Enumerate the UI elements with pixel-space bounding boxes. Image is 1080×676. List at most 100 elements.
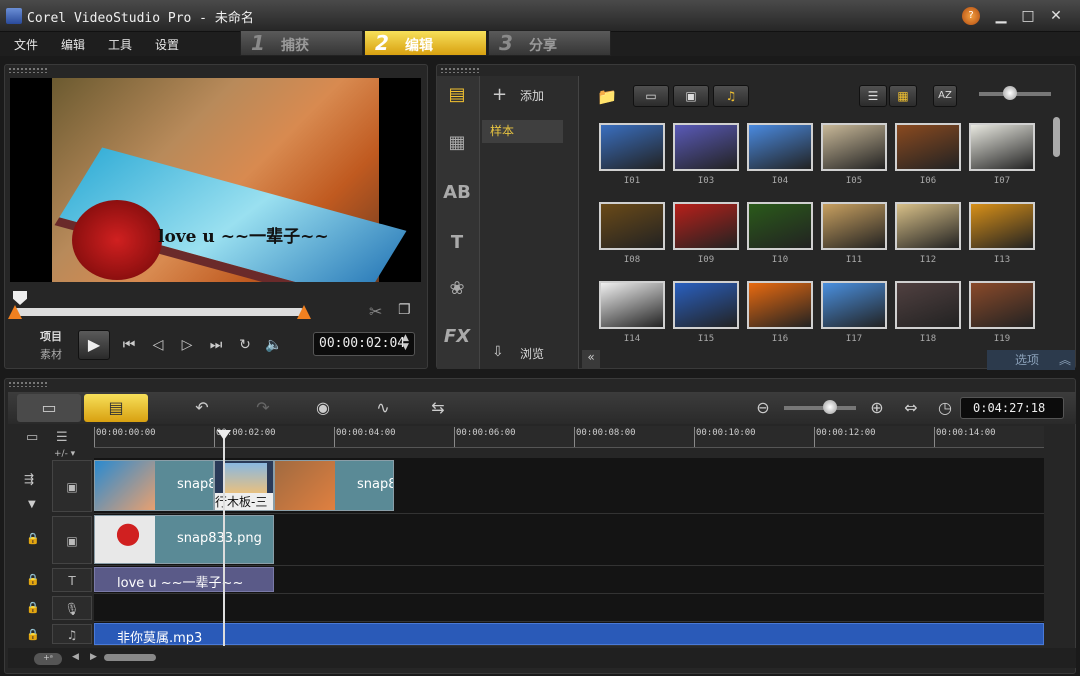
thumbnail-view-icon[interactable]: ▦: [889, 85, 917, 107]
storyboard-view-button[interactable]: ▭: [17, 394, 81, 422]
lock-icon[interactable]: 🔒: [26, 601, 40, 615]
sound-mixer-icon[interactable]: ∿: [370, 396, 396, 420]
library-thumbnail[interactable]: [821, 123, 887, 171]
transition-icon[interactable]: ▦: [443, 130, 471, 156]
library-thumbnail[interactable]: [821, 281, 887, 329]
options-tab[interactable]: 选项 ︽: [987, 350, 1075, 370]
scroll-right-icon[interactable]: ▶: [90, 652, 97, 662]
overlay-clip[interactable]: snap833.png: [94, 515, 274, 564]
record-capture-icon[interactable]: ◉: [310, 396, 336, 420]
library-thumbnail[interactable]: [673, 202, 739, 250]
timeline-timecode[interactable]: 0:04:27:18: [960, 397, 1064, 419]
folder-sample[interactable]: 样本: [482, 120, 563, 143]
video-clip[interactable]: snap8: [94, 460, 214, 511]
ripple-dropdown-icon[interactable]: ▼: [28, 499, 36, 510]
zoom-in-icon[interactable]: ⊕: [864, 396, 890, 420]
library-thumbnail[interactable]: [599, 202, 665, 250]
browse-icon[interactable]: ⇩: [492, 344, 504, 360]
collapse-icon[interactable]: «: [582, 350, 600, 368]
library-thumbnail[interactable]: [969, 281, 1035, 329]
lock-icon[interactable]: 🔒: [26, 532, 40, 546]
show-photo-icon[interactable]: ▣: [673, 85, 709, 107]
timeline-zoom-slider[interactable]: [784, 406, 856, 410]
help-icon[interactable]: ?: [962, 7, 980, 25]
thumbnail-zoom-knob[interactable]: [1003, 86, 1017, 100]
voice-track-header[interactable]: 🎙: [52, 596, 92, 620]
timeline-playhead[interactable]: [223, 434, 225, 646]
redo-icon[interactable]: ↷: [250, 396, 276, 420]
library-thumbnail[interactable]: [895, 202, 961, 250]
close-icon[interactable]: ✕: [1044, 6, 1068, 26]
undo-icon[interactable]: ↶: [189, 396, 215, 420]
panel-grip[interactable]: [440, 67, 480, 73]
library-thumbnail[interactable]: [599, 123, 665, 171]
library-thumbnail[interactable]: [895, 123, 961, 171]
menu-settings[interactable]: 设置: [155, 36, 179, 53]
zoom-out-icon[interactable]: ⊖: [750, 396, 776, 420]
library-thumbnail[interactable]: [821, 202, 887, 250]
play-button[interactable]: ▶: [78, 330, 110, 360]
duration-clock-icon[interactable]: ◷: [932, 396, 958, 420]
next-frame-icon[interactable]: ▷: [176, 334, 198, 356]
library-thumbnail[interactable]: [747, 202, 813, 250]
folder-open-icon[interactable]: 📁: [597, 87, 617, 106]
title-track-header[interactable]: T: [52, 568, 92, 592]
trim-end-marker[interactable]: [297, 305, 311, 319]
media-library-icon[interactable]: ▤: [443, 82, 471, 108]
music-track-header[interactable]: ♫: [52, 624, 92, 644]
trim-start-marker[interactable]: [8, 305, 22, 319]
prev-frame-icon[interactable]: ◁: [147, 334, 169, 356]
browse-button[interactable]: 浏览: [520, 345, 544, 362]
panel-grip[interactable]: [8, 381, 48, 387]
overlay-ab-icon[interactable]: AB: [443, 180, 471, 206]
enable-disable-icon[interactable]: +ᵃ: [34, 653, 62, 665]
title-clip[interactable]: love u ~~一辈子~~: [94, 567, 274, 592]
list-view-icon[interactable]: ☰: [859, 85, 887, 107]
overlay-track-header[interactable]: ▣: [52, 516, 92, 564]
timeline-zoom-knob[interactable]: [823, 400, 837, 414]
library-thumbnail[interactable]: [673, 281, 739, 329]
library-thumbnail[interactable]: [747, 123, 813, 171]
step-tab-share[interactable]: 3 分享: [488, 30, 611, 56]
sort-icon[interactable]: AZ: [933, 85, 957, 107]
title-icon[interactable]: T: [443, 230, 471, 256]
mode-clip[interactable]: 素材: [40, 346, 62, 362]
filter-fx-icon[interactable]: FX: [443, 324, 471, 350]
timeline-scrollbar[interactable]: [104, 654, 156, 661]
show-video-icon[interactable]: ▭: [633, 85, 669, 107]
library-thumbnail[interactable]: [969, 123, 1035, 171]
preview-timecode[interactable]: 00:00:02:04: [313, 332, 415, 356]
graphic-icon[interactable]: ❀: [443, 276, 471, 302]
repeat-icon[interactable]: ↻: [234, 334, 256, 356]
music-clip[interactable]: 非你莫属.mp3: [94, 623, 1044, 645]
video-track-header[interactable]: ▣: [52, 460, 92, 512]
end-icon[interactable]: ⏭: [205, 334, 227, 356]
auto-music-icon[interactable]: ⇆: [425, 396, 451, 420]
video-clip[interactable]: snap8: [274, 460, 394, 511]
library-thumbnail[interactable]: [599, 281, 665, 329]
add-remove-track-icon[interactable]: +/- ▾: [54, 449, 75, 459]
menu-file[interactable]: 文件: [14, 36, 38, 53]
maximize-icon[interactable]: □: [1016, 6, 1040, 26]
scissors-icon[interactable]: ✂: [369, 302, 382, 321]
timeline-view-button[interactable]: ▤: [84, 394, 148, 422]
copy-icon[interactable]: ❐: [398, 302, 411, 318]
track-manager-icon[interactable]: ▭: [26, 430, 38, 445]
scrub-bar[interactable]: [14, 308, 304, 316]
scroll-left-icon[interactable]: ◀: [72, 652, 79, 662]
mode-project[interactable]: 项目: [40, 328, 62, 344]
timecode-stepper-icon[interactable]: ▲ ▼: [402, 334, 409, 352]
volume-icon[interactable]: 🔈: [263, 334, 285, 356]
panel-grip[interactable]: [8, 67, 48, 73]
add-button[interactable]: 添加: [520, 87, 544, 104]
step-tab-capture[interactable]: 1 捕获: [240, 30, 363, 56]
step-tab-edit[interactable]: 2 编辑: [364, 30, 487, 56]
library-thumbnail[interactable]: [747, 281, 813, 329]
fit-project-icon[interactable]: ⇔: [898, 396, 924, 420]
ripple-edit-icon[interactable]: ⇶: [24, 472, 34, 486]
add-icon[interactable]: +: [492, 84, 507, 105]
library-thumbnail[interactable]: [969, 202, 1035, 250]
show-audio-icon[interactable]: ♫: [713, 85, 749, 107]
menu-edit[interactable]: 编辑: [61, 36, 85, 53]
lock-icon[interactable]: 🔒: [26, 573, 40, 587]
